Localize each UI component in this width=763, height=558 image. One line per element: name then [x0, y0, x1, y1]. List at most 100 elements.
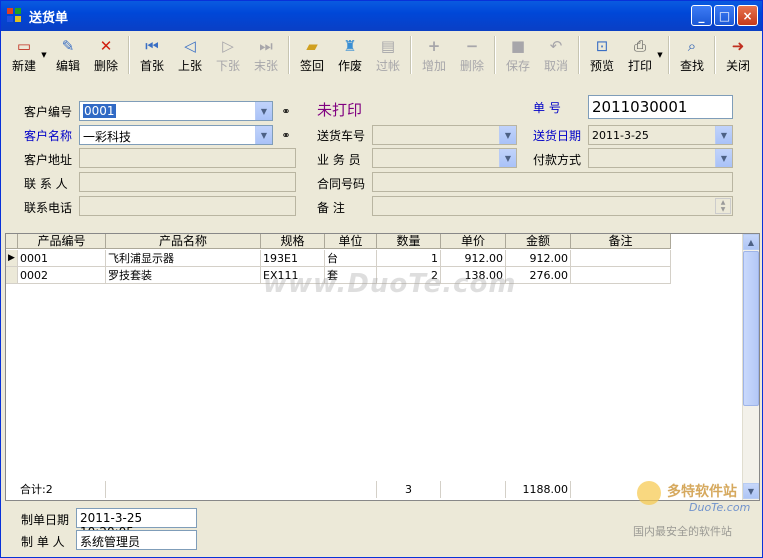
next-record-button[interactable]: ▷ 下张	[209, 34, 247, 76]
save-button[interactable]: ■ 保存	[499, 34, 537, 76]
void-button[interactable]: ♜ 作废	[331, 34, 369, 76]
phone-field[interactable]	[79, 196, 296, 216]
delete-button[interactable]: ✕ 删除	[87, 34, 125, 76]
chevron-down-icon[interactable]: ▼	[499, 126, 516, 144]
undo-icon: ↶	[549, 37, 563, 55]
col-header-code[interactable]: 产品编号	[18, 234, 106, 249]
main-window: 送货单 _ □ × ▭ 新建 ▼ ✎ 编辑 ✕ 删除 ⏮ 首张 ◁ 上张 ▷ 下张 ⏭ 末张 …	[0, 0, 763, 558]
total-amount: 1188.00	[506, 481, 571, 498]
chevron-down-icon[interactable]: ▼	[255, 102, 272, 120]
chevron-down-icon[interactable]: ▼	[715, 149, 732, 167]
exit-icon: ➜	[731, 37, 745, 55]
cell-amount[interactable]: 912.00	[506, 250, 571, 267]
binoculars-icon[interactable]: ⚭	[277, 127, 295, 143]
creator-field[interactable]: 系统管理员	[76, 530, 197, 550]
cell-name[interactable]: 罗技套装	[106, 267, 261, 284]
salesman-combo[interactable]: ▼	[372, 148, 517, 168]
cell-spec[interactable]: 193E1	[261, 250, 325, 267]
table-row[interactable]: ▶ 0001 飞利浦显示器 193E1 台 1 912.00 912.00	[6, 250, 671, 267]
print-dropdown-arrow[interactable]: ▼	[655, 34, 665, 76]
delete-x-icon: ✕	[99, 37, 113, 55]
customer-code-combo[interactable]: 0001 ▼	[79, 101, 273, 121]
remark-field[interactable]: ▲ ▼	[372, 196, 733, 216]
vehicle-combo[interactable]: ▼	[372, 125, 517, 145]
edit-button[interactable]: ✎ 编辑	[49, 34, 87, 76]
preview-button[interactable]: ⊡ 预览	[583, 34, 621, 76]
contract-field[interactable]	[372, 172, 733, 192]
chevron-down-icon[interactable]: ▼	[715, 126, 732, 144]
toolbar-separator	[714, 36, 716, 74]
maximize-button[interactable]: □	[714, 5, 735, 26]
contact-field[interactable]	[79, 172, 296, 192]
new-dropdown-arrow[interactable]: ▼	[39, 34, 49, 76]
last-record-button[interactable]: ⏭ 末张	[247, 34, 285, 76]
close-window-button[interactable]: ×	[737, 5, 758, 26]
col-header-note[interactable]: 备注	[571, 234, 671, 249]
col-header-spec[interactable]: 规格	[261, 234, 325, 249]
find-button[interactable]: ⌕ 查找	[673, 34, 711, 76]
magnifier-icon: ⌕	[687, 37, 697, 55]
cell-name[interactable]: 飞利浦显示器	[106, 250, 261, 267]
delete-row-button[interactable]: − 删除	[453, 34, 491, 76]
add-row-button[interactable]: + 增加	[415, 34, 453, 76]
row-pointer-icon: ▶	[6, 250, 18, 267]
new-document-icon: ▭	[16, 37, 32, 55]
watermark-slogan: 国内最安全的软件站	[633, 525, 732, 538]
print-preview-icon: ⊡	[595, 37, 609, 55]
contract-label: 合同号码	[317, 177, 366, 191]
customer-name-combo[interactable]: 一彩科技 ▼	[79, 125, 273, 145]
cancel-button[interactable]: ↶ 取消	[537, 34, 575, 76]
new-button[interactable]: ▭ 新建	[5, 34, 43, 76]
total-blank	[325, 481, 377, 498]
vertical-scrollbar[interactable]: ▲ ▼	[742, 234, 759, 500]
col-header-unit[interactable]: 单位	[325, 234, 377, 249]
sign-back-button[interactable]: ▰ 签回	[293, 34, 331, 76]
mascot-icon	[637, 481, 661, 505]
total-count: 合计:2	[6, 481, 106, 498]
col-header-qty[interactable]: 数量	[377, 234, 441, 249]
chevron-down-icon[interactable]: ▼	[255, 126, 272, 144]
cell-note[interactable]	[571, 267, 671, 284]
customer-address-field[interactable]	[79, 148, 296, 168]
customer-code-label: 客户编号	[24, 105, 73, 119]
scroll-thumb[interactable]	[743, 251, 759, 406]
cell-price[interactable]: 912.00	[441, 250, 506, 267]
payment-combo[interactable]: ▼	[588, 148, 733, 168]
customer-name-label: 客户名称	[24, 129, 73, 143]
remark-label: 备 注	[317, 201, 345, 215]
binoculars-icon[interactable]: ⚭	[277, 103, 295, 119]
first-record-icon: ⏮	[145, 37, 159, 55]
total-qty: 3	[377, 481, 441, 498]
cell-code[interactable]: 0001	[18, 250, 106, 267]
first-record-button[interactable]: ⏮ 首张	[133, 34, 171, 76]
post-button[interactable]: ▤ 过帐	[369, 34, 407, 76]
previous-record-button[interactable]: ◁ 上张	[171, 34, 209, 76]
minimize-button[interactable]: _	[691, 5, 712, 26]
cell-code[interactable]: 0002	[18, 267, 106, 284]
created-date-field[interactable]: 2011-3-25 10:20:05	[76, 508, 197, 539]
total-blank	[441, 481, 506, 498]
close-button[interactable]: ➜ 关闭	[719, 34, 757, 76]
cell-note[interactable]	[571, 250, 671, 267]
trash-can-icon: ♜	[343, 37, 357, 55]
printer-icon: ⎙	[633, 37, 646, 55]
cell-unit[interactable]: 台	[325, 250, 377, 267]
folder-sign-icon: ▰	[306, 37, 318, 55]
spin-icon[interactable]: ▲ ▼	[715, 198, 731, 214]
delivery-date-picker[interactable]: 2011-3-25 ▼	[588, 125, 733, 145]
toolbar-separator	[494, 36, 496, 74]
save-icon: ■	[510, 37, 526, 55]
print-button[interactable]: ⎙ 打印	[621, 34, 659, 76]
total-blank	[106, 481, 261, 498]
toolbar-separator	[288, 36, 290, 74]
cell-qty[interactable]: 1	[377, 250, 441, 267]
scroll-up-icon[interactable]: ▲	[743, 234, 759, 250]
title-bar[interactable]: 送货单 _ □ ×	[1, 1, 762, 31]
vehicle-label: 送货车号	[317, 129, 366, 143]
col-header-name[interactable]: 产品名称	[106, 234, 261, 249]
col-header-price[interactable]: 单价	[441, 234, 506, 249]
order-no-label: 单 号	[533, 101, 561, 115]
col-header-amount[interactable]: 金额	[506, 234, 571, 249]
order-no-field[interactable]: 2011030001	[588, 95, 733, 119]
chevron-down-icon[interactable]: ▼	[499, 149, 516, 167]
